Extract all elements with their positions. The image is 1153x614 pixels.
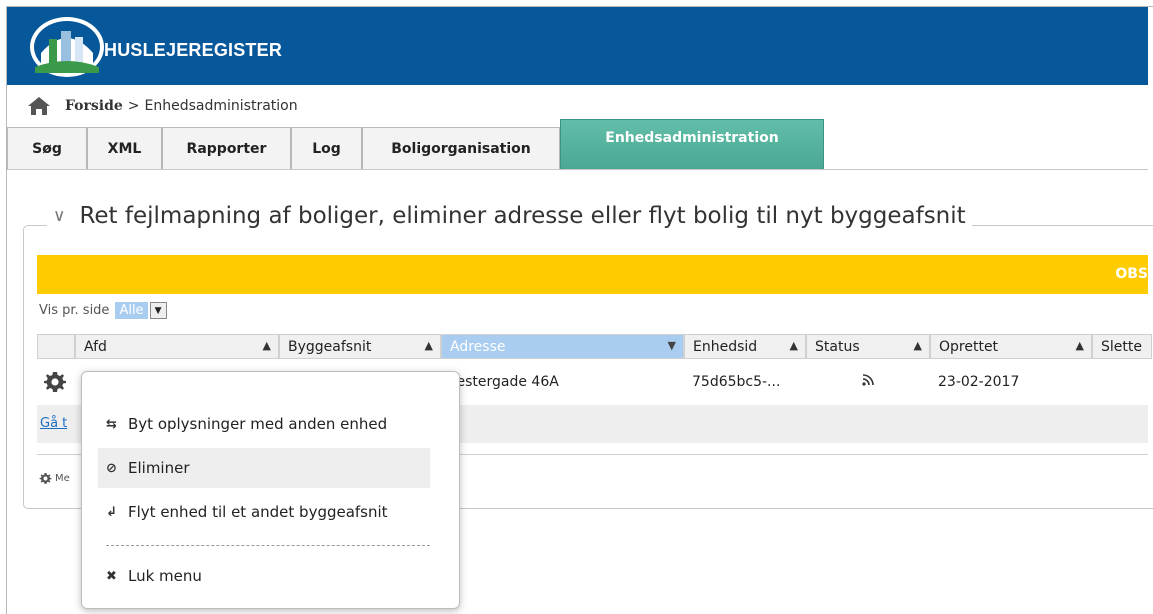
gear-icon[interactable] [43,370,67,394]
sort-icon[interactable]: ▲︎ [1076,339,1084,352]
grid-header: Afd ▲︎ Byggeafsnit ▲︎ Adresse ▼ Enhedsid… [37,331,1152,361]
tab-boligorganisation[interactable]: Boligorganisation [362,127,560,170]
dropdown-arrow-icon[interactable]: ▼ [149,302,167,319]
row-context-menu: ⇆ Byt oplysninger med anden enhed ⊘ Elim… [81,371,460,609]
menu-item-label: Eliminer [128,459,190,477]
column-header-byggeafsnit[interactable]: Byggeafsnit ▲︎ [279,334,441,359]
breadcrumb-separator: > [127,98,140,114]
menu-item-close[interactable]: ✖ Luk menu [98,556,430,596]
column-header-enhedsid[interactable]: Enhedsid ▲︎ [684,334,806,359]
column-label: Adresse [450,338,506,355]
tab-xml[interactable]: XML [87,127,162,170]
tab-sog[interactable]: Søg [7,127,87,170]
logo-icon [30,17,104,77]
cell-oprettet: 23-02-2017 [938,374,1020,390]
column-header-actions [37,334,75,359]
breadcrumb: Forside > Enhedsadministration [27,94,298,118]
page-size-select[interactable]: Alle [115,302,148,319]
page-size-label: Vis pr. side [39,303,110,318]
goto-link[interactable]: Gå t [40,416,67,431]
cell-adresse: Vestergade 46A [448,374,559,390]
column-label: Enhedsid [693,338,758,355]
breadcrumb-current: Enhedsadministration [144,98,298,114]
panel-title: Ret fejlmapning af boliger, eliminer adr… [79,203,966,229]
sort-icon[interactable]: ▲︎ [425,339,433,352]
notice-bar: OBS [37,255,1148,294]
app-window: HUSLEJEREGISTER Forside > Enhedsadminist… [6,6,1153,614]
column-label: Byggeafsnit [288,338,372,355]
notice-text: OBS [1115,266,1148,282]
column-label: Slette [1101,338,1142,355]
column-header-afd[interactable]: Afd ▲︎ [75,334,279,359]
rss-icon [861,373,875,391]
column-header-slettet[interactable]: Slette [1092,334,1152,359]
sort-desc-icon[interactable]: ▼ [668,339,676,352]
app-header: HUSLEJEREGISTER [7,7,1148,85]
tabs-divider [7,169,1148,170]
sort-icon[interactable]: ▲︎ [914,339,922,352]
menu-item-swap[interactable]: ⇆ Byt oplysninger med anden enhed [98,404,430,444]
menu-item-move[interactable]: ↲ Flyt enhed til et andet byggeafsnit [98,492,430,532]
tab-log[interactable]: Log [291,127,362,170]
column-header-adresse[interactable]: Adresse ▼ [441,334,684,359]
swap-icon: ⇆ [106,416,117,432]
column-label: Oprettet [939,338,999,355]
move-up-icon: ↲ [106,504,117,520]
menu-item-eliminer[interactable]: ⊘ Eliminer [98,448,430,488]
ban-icon: ⊘ [106,460,117,476]
menu-toggle-label: Me [55,473,70,484]
column-label: Status [815,338,860,355]
tab-rapporter[interactable]: Rapporter [162,127,291,170]
breadcrumb-home-link[interactable]: Forside [65,98,123,114]
tab-enhedsadministration[interactable]: Enhedsadministration [560,119,824,170]
brand-title: HUSLEJEREGISTER [104,40,283,60]
column-label: Afd [84,338,107,355]
menu-separator [106,545,430,546]
column-header-oprettet[interactable]: Oprettet ▲︎ [930,334,1092,359]
menu-toggle[interactable]: Me [39,472,70,485]
home-icon[interactable] [27,96,51,116]
chevron-down-icon[interactable]: ∨ [53,206,65,226]
menu-item-label: Flyt enhed til et andet byggeafsnit [128,503,388,521]
column-header-status[interactable]: Status ▲︎ [806,334,930,359]
menu-item-label: Luk menu [128,567,202,585]
close-icon: ✖ [106,568,117,584]
gear-icon [39,473,52,484]
page-size-selector: Vis pr. side Alle ▼ [39,302,167,319]
tab-bar: Søg XML Rapporter Log Boligorganisation … [7,119,1148,170]
menu-item-label: Byt oplysninger med anden enhed [128,415,388,433]
sort-icon[interactable]: ▲︎ [263,339,271,352]
cell-enhedsid: 75d65bc5-... [692,374,781,390]
sort-icon[interactable]: ▲︎ [790,339,798,352]
panel-legend[interactable]: ∨ Ret fejlmapning af boliger, eliminer a… [47,203,972,229]
